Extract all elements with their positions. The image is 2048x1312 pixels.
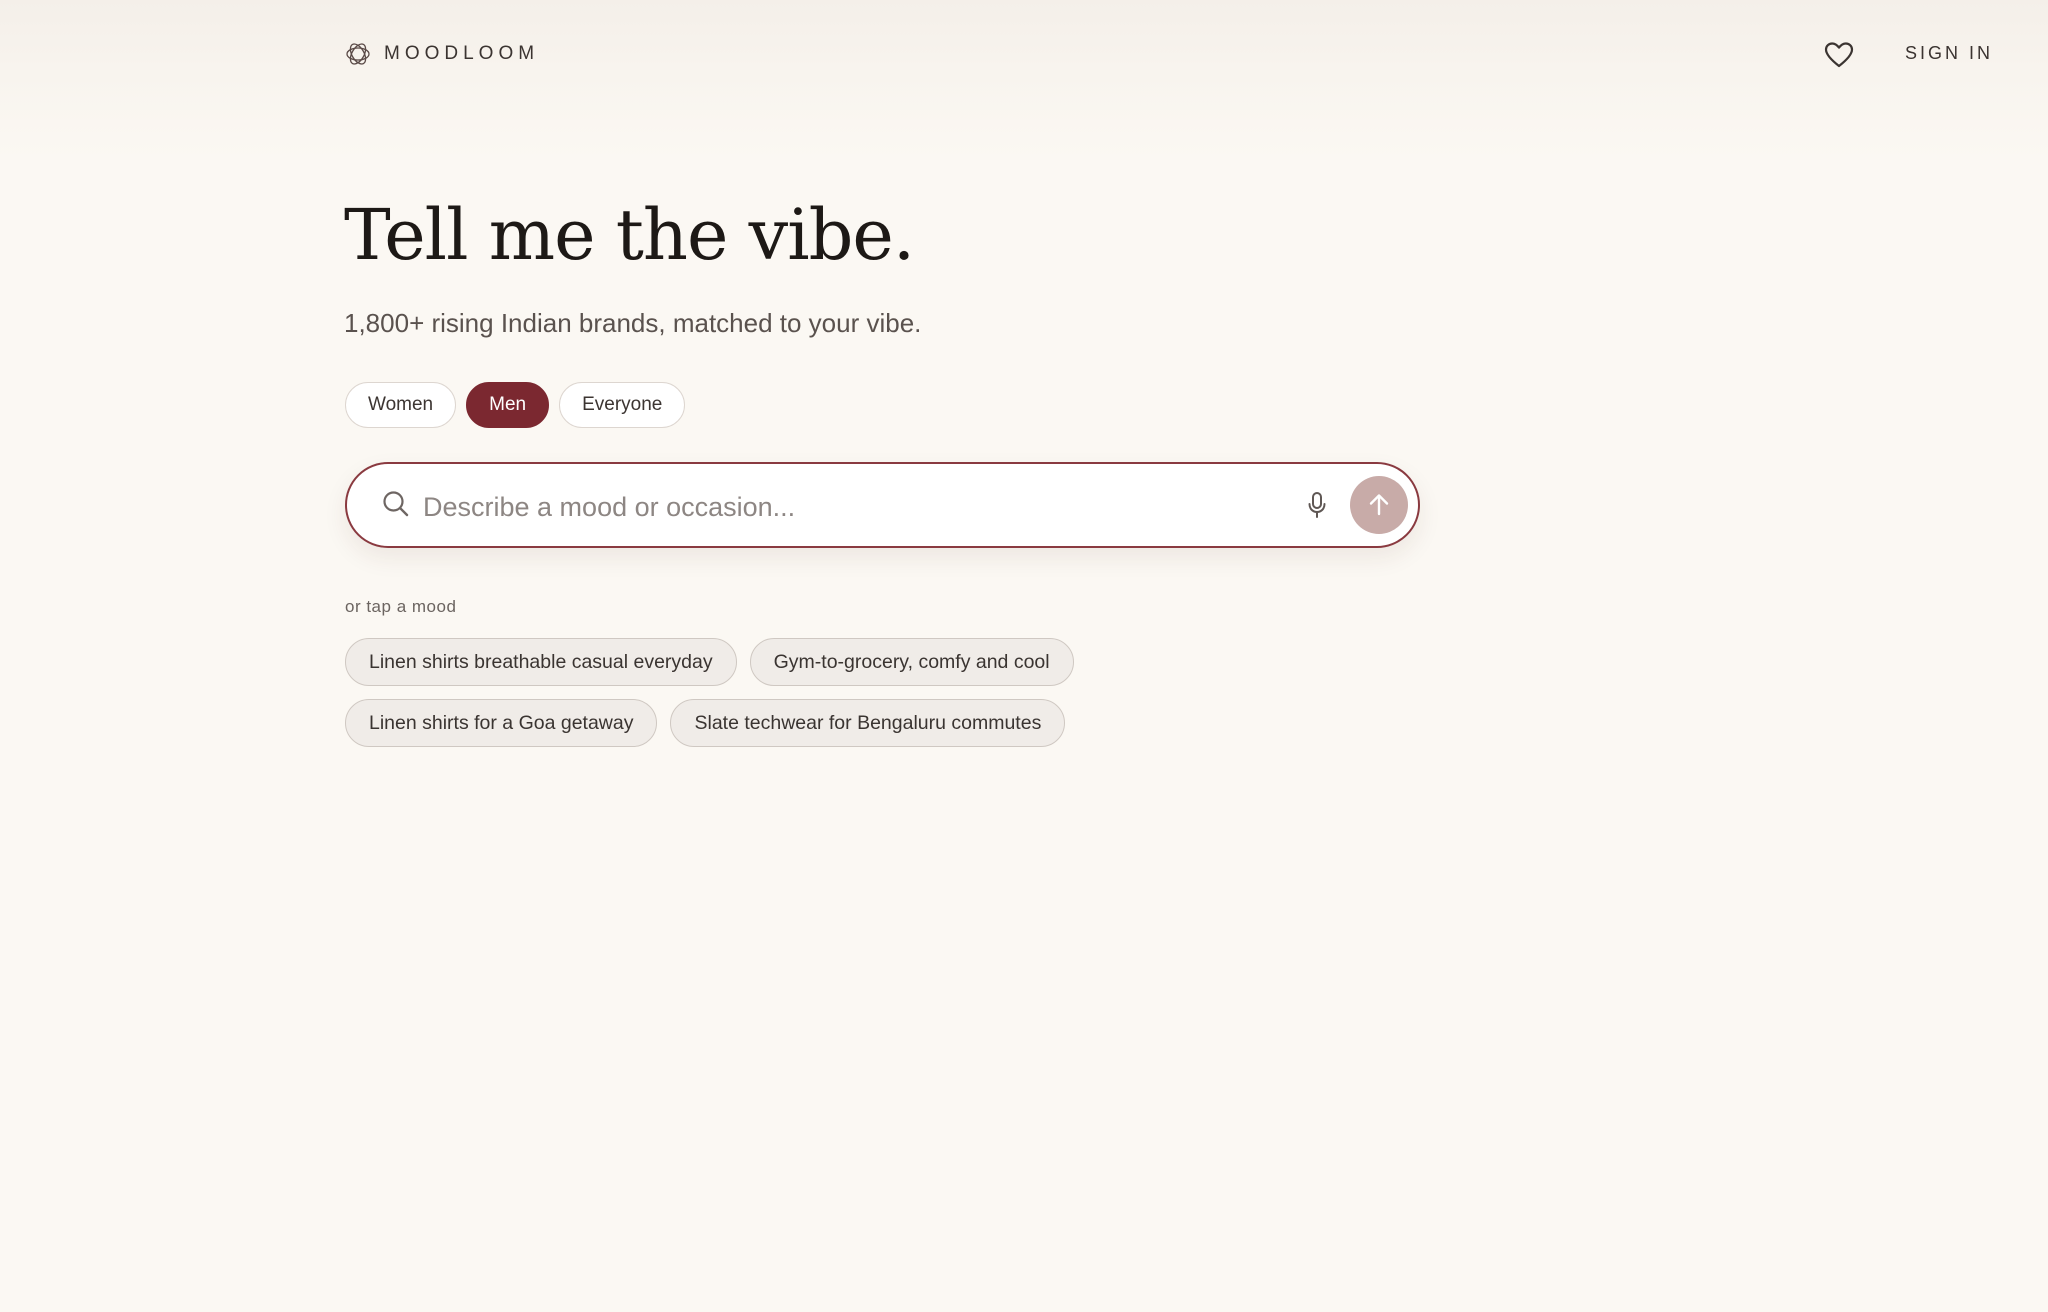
search-bar [345,462,1420,548]
gender-option-women[interactable]: Women [345,382,457,428]
voice-search-button[interactable] [1300,488,1334,522]
mood-suggestions-row: Linen shirts breathable casual everyday … [345,638,1074,686]
moodloom-logo-icon [346,43,370,65]
favorites-button[interactable] [1822,38,1856,72]
gender-filter: Women Men Everyone [345,382,686,428]
page-subtitle: 1,800+ rising Indian brands, matched to … [344,308,922,338]
page-title: Tell me the vibe. [344,194,915,276]
mood-suggestions-row: Linen shirts for a Goa getaway Slate tec… [345,699,1066,747]
mood-chip-gym-to-grocery[interactable]: Gym-to-grocery, comfy and cool [749,638,1074,686]
microphone-icon [1308,492,1326,518]
gender-option-men[interactable]: Men [466,382,550,428]
heart-icon [1824,42,1854,68]
mood-chip-goa-getaway[interactable]: Linen shirts for a Goa getaway [345,699,658,747]
gender-option-everyone[interactable]: Everyone [559,382,686,428]
brand-name: MOODLOOM [384,43,540,64]
search-icon [383,491,409,517]
mood-chip-bengaluru-techwear[interactable]: Slate techwear for Bengaluru commutes [670,699,1066,747]
mood-suggestions-label: or tap a mood [345,597,457,616]
site-header: MOODLOOM SIGN IN [0,0,2048,110]
mood-chip-linen-everyday[interactable]: Linen shirts breathable casual everyday [345,638,737,686]
sign-in-link[interactable]: SIGN IN [1905,43,1993,64]
search-input[interactable] [421,482,1225,532]
arrow-up-icon [1369,494,1389,516]
brand-home-link[interactable]: MOODLOOM [344,40,539,68]
search-submit-button[interactable] [1350,476,1408,534]
